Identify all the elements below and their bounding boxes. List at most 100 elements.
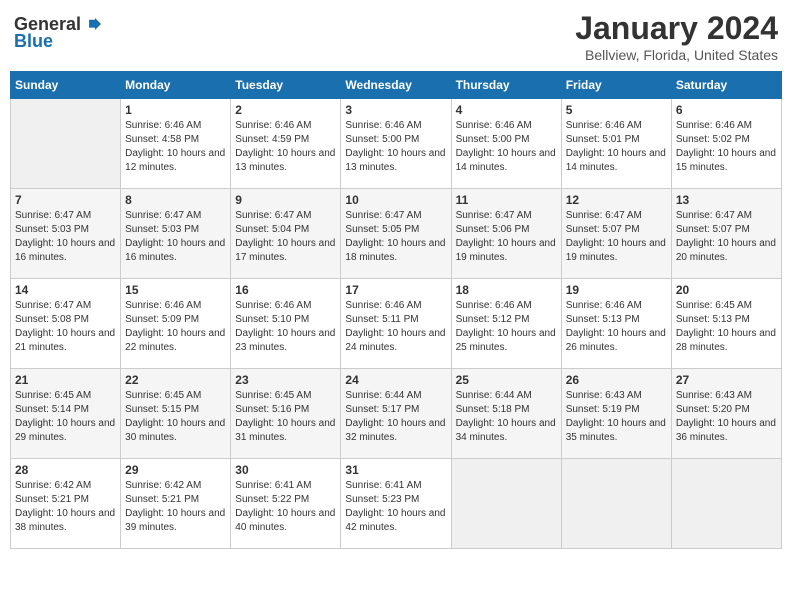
daylight-text: Daylight: 10 hours and 28 minutes. (676, 328, 776, 353)
day-info: Sunrise: 6:42 AM Sunset: 5:21 PM Dayligh… (125, 479, 226, 535)
calendar-week-row: 1 Sunrise: 6:46 AM Sunset: 4:58 PM Dayli… (11, 99, 782, 189)
sunset-text: Sunset: 5:18 PM (456, 404, 530, 415)
day-number: 28 (15, 463, 116, 477)
day-info: Sunrise: 6:47 AM Sunset: 5:07 PM Dayligh… (566, 209, 667, 265)
sunrise-text: Sunrise: 6:43 AM (676, 390, 752, 401)
daylight-text: Daylight: 10 hours and 14 minutes. (566, 148, 666, 173)
sunrise-text: Sunrise: 6:46 AM (566, 300, 642, 311)
sunset-text: Sunset: 5:21 PM (15, 494, 89, 505)
day-number: 11 (456, 193, 557, 207)
calendar-cell: 29 Sunrise: 6:42 AM Sunset: 5:21 PM Dayl… (121, 459, 231, 549)
day-info: Sunrise: 6:45 AM Sunset: 5:15 PM Dayligh… (125, 389, 226, 445)
sunrise-text: Sunrise: 6:46 AM (676, 120, 752, 131)
day-info: Sunrise: 6:46 AM Sunset: 4:59 PM Dayligh… (235, 119, 336, 175)
day-number: 5 (566, 103, 667, 117)
sunset-text: Sunset: 5:07 PM (676, 224, 750, 235)
sunrise-text: Sunrise: 6:46 AM (345, 300, 421, 311)
calendar-week-row: 14 Sunrise: 6:47 AM Sunset: 5:08 PM Dayl… (11, 279, 782, 369)
sunset-text: Sunset: 5:06 PM (456, 224, 530, 235)
day-info: Sunrise: 6:44 AM Sunset: 5:17 PM Dayligh… (345, 389, 446, 445)
day-number: 4 (456, 103, 557, 117)
sunset-text: Sunset: 5:13 PM (676, 314, 750, 325)
day-number: 1 (125, 103, 226, 117)
daylight-text: Daylight: 10 hours and 40 minutes. (235, 508, 335, 533)
day-info: Sunrise: 6:46 AM Sunset: 5:00 PM Dayligh… (345, 119, 446, 175)
day-number: 21 (15, 373, 116, 387)
sunset-text: Sunset: 5:11 PM (345, 314, 418, 325)
daylight-text: Daylight: 10 hours and 31 minutes. (235, 418, 335, 443)
day-info: Sunrise: 6:46 AM Sunset: 5:13 PM Dayligh… (566, 299, 667, 355)
day-info: Sunrise: 6:47 AM Sunset: 5:03 PM Dayligh… (15, 209, 116, 265)
day-info: Sunrise: 6:46 AM Sunset: 5:11 PM Dayligh… (345, 299, 446, 355)
daylight-text: Daylight: 10 hours and 23 minutes. (235, 328, 335, 353)
daylight-text: Daylight: 10 hours and 15 minutes. (676, 148, 776, 173)
sunrise-text: Sunrise: 6:42 AM (15, 480, 91, 491)
daylight-text: Daylight: 10 hours and 35 minutes. (566, 418, 666, 443)
sunrise-text: Sunrise: 6:46 AM (125, 300, 201, 311)
day-info: Sunrise: 6:46 AM Sunset: 5:09 PM Dayligh… (125, 299, 226, 355)
calendar-cell: 30 Sunrise: 6:41 AM Sunset: 5:22 PM Dayl… (231, 459, 341, 549)
calendar-cell: 13 Sunrise: 6:47 AM Sunset: 5:07 PM Dayl… (671, 189, 781, 279)
daylight-text: Daylight: 10 hours and 12 minutes. (125, 148, 225, 173)
sunrise-text: Sunrise: 6:46 AM (235, 120, 311, 131)
day-number: 24 (345, 373, 446, 387)
sunset-text: Sunset: 5:14 PM (15, 404, 89, 415)
day-info: Sunrise: 6:44 AM Sunset: 5:18 PM Dayligh… (456, 389, 557, 445)
calendar-cell: 27 Sunrise: 6:43 AM Sunset: 5:20 PM Dayl… (671, 369, 781, 459)
day-number: 8 (125, 193, 226, 207)
calendar-cell: 16 Sunrise: 6:46 AM Sunset: 5:10 PM Dayl… (231, 279, 341, 369)
sunset-text: Sunset: 5:17 PM (345, 404, 419, 415)
calendar-cell: 15 Sunrise: 6:46 AM Sunset: 5:09 PM Dayl… (121, 279, 231, 369)
calendar-week-row: 21 Sunrise: 6:45 AM Sunset: 5:14 PM Dayl… (11, 369, 782, 459)
sunset-text: Sunset: 5:03 PM (15, 224, 89, 235)
day-info: Sunrise: 6:46 AM Sunset: 4:58 PM Dayligh… (125, 119, 226, 175)
day-info: Sunrise: 6:47 AM Sunset: 5:06 PM Dayligh… (456, 209, 557, 265)
logo: General Blue (14, 14, 103, 52)
day-number: 9 (235, 193, 336, 207)
daylight-text: Daylight: 10 hours and 13 minutes. (345, 148, 445, 173)
sunrise-text: Sunrise: 6:45 AM (125, 390, 201, 401)
day-info: Sunrise: 6:46 AM Sunset: 5:12 PM Dayligh… (456, 299, 557, 355)
sunrise-text: Sunrise: 6:47 AM (15, 300, 91, 311)
sunset-text: Sunset: 5:01 PM (566, 134, 640, 145)
calendar-cell: 5 Sunrise: 6:46 AM Sunset: 5:01 PM Dayli… (561, 99, 671, 189)
daylight-text: Daylight: 10 hours and 16 minutes. (15, 238, 115, 263)
calendar-cell: 10 Sunrise: 6:47 AM Sunset: 5:05 PM Dayl… (341, 189, 451, 279)
day-number: 16 (235, 283, 336, 297)
day-info: Sunrise: 6:47 AM Sunset: 5:05 PM Dayligh… (345, 209, 446, 265)
sunset-text: Sunset: 5:10 PM (235, 314, 309, 325)
sunset-text: Sunset: 5:00 PM (456, 134, 530, 145)
calendar-cell: 31 Sunrise: 6:41 AM Sunset: 5:23 PM Dayl… (341, 459, 451, 549)
sunset-text: Sunset: 5:21 PM (125, 494, 199, 505)
day-number: 17 (345, 283, 446, 297)
day-number: 29 (125, 463, 226, 477)
calendar-cell: 21 Sunrise: 6:45 AM Sunset: 5:14 PM Dayl… (11, 369, 121, 459)
calendar-week-row: 28 Sunrise: 6:42 AM Sunset: 5:21 PM Dayl… (11, 459, 782, 549)
daylight-text: Daylight: 10 hours and 20 minutes. (676, 238, 776, 263)
day-number: 12 (566, 193, 667, 207)
calendar-cell: 18 Sunrise: 6:46 AM Sunset: 5:12 PM Dayl… (451, 279, 561, 369)
day-number: 27 (676, 373, 777, 387)
day-number: 13 (676, 193, 777, 207)
daylight-text: Daylight: 10 hours and 18 minutes. (345, 238, 445, 263)
calendar-cell (451, 459, 561, 549)
sunrise-text: Sunrise: 6:46 AM (235, 300, 311, 311)
day-number: 30 (235, 463, 336, 477)
day-number: 6 (676, 103, 777, 117)
calendar-cell (561, 459, 671, 549)
sunset-text: Sunset: 5:07 PM (566, 224, 640, 235)
sunset-text: Sunset: 4:58 PM (125, 134, 199, 145)
sunrise-text: Sunrise: 6:46 AM (566, 120, 642, 131)
sunset-text: Sunset: 5:16 PM (235, 404, 309, 415)
day-info: Sunrise: 6:47 AM Sunset: 5:08 PM Dayligh… (15, 299, 116, 355)
calendar-cell: 25 Sunrise: 6:44 AM Sunset: 5:18 PM Dayl… (451, 369, 561, 459)
sunrise-text: Sunrise: 6:47 AM (125, 210, 201, 221)
sunrise-text: Sunrise: 6:47 AM (235, 210, 311, 221)
calendar-cell: 2 Sunrise: 6:46 AM Sunset: 4:59 PM Dayli… (231, 99, 341, 189)
sunrise-text: Sunrise: 6:47 AM (345, 210, 421, 221)
daylight-text: Daylight: 10 hours and 42 minutes. (345, 508, 445, 533)
sunset-text: Sunset: 5:15 PM (125, 404, 199, 415)
calendar-cell: 23 Sunrise: 6:45 AM Sunset: 5:16 PM Dayl… (231, 369, 341, 459)
sunrise-text: Sunrise: 6:47 AM (566, 210, 642, 221)
sunrise-text: Sunrise: 6:44 AM (345, 390, 421, 401)
